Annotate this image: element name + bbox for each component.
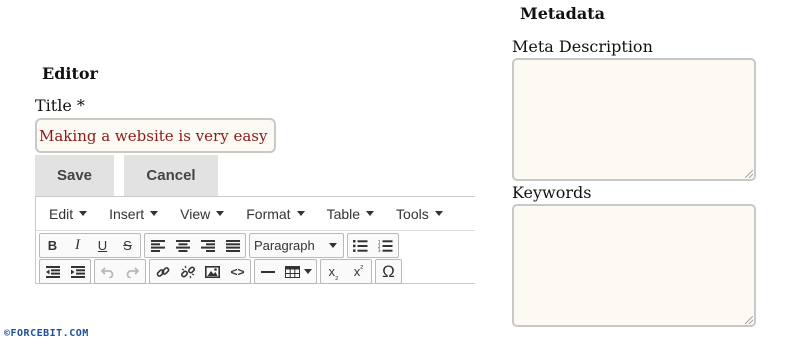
caret-down-icon — [434, 211, 443, 216]
menu-edit[interactable]: Edit — [49, 205, 88, 222]
menu-format[interactable]: Format — [246, 205, 305, 222]
meta-description-wrapper — [512, 58, 756, 181]
table-button[interactable] — [280, 260, 316, 283]
cancel-button[interactable]: Cancel — [124, 155, 218, 196]
strikethrough-button[interactable]: S — [115, 234, 140, 257]
bullet-list-button[interactable] — [348, 234, 373, 257]
align-center-icon — [175, 239, 190, 252]
align-justify-icon — [225, 239, 240, 252]
insert-link-button[interactable] — [150, 260, 175, 283]
menu-view-label: View — [180, 205, 211, 222]
text-style-group: B I U S — [39, 233, 141, 258]
keywords-wrapper — [512, 204, 756, 327]
list-group: 123 — [347, 233, 399, 258]
caret-down-icon — [366, 211, 375, 216]
format-select-value: Paragraph — [254, 238, 315, 253]
subscript-mark: ₂ — [335, 270, 339, 281]
table-icon — [284, 265, 300, 278]
align-center-button[interactable] — [170, 234, 195, 257]
align-right-button[interactable] — [195, 234, 220, 257]
keywords-textarea[interactable] — [512, 204, 756, 327]
format-select-group: Paragraph — [249, 233, 344, 258]
forcebit-watermark: ©FORCEBIT.COM — [4, 328, 89, 339]
caret-down-icon — [150, 211, 159, 216]
outdent-button[interactable] — [40, 260, 65, 283]
italic-button[interactable]: I — [65, 234, 90, 257]
svg-text:3: 3 — [378, 248, 381, 252]
align-right-icon — [200, 239, 215, 252]
underline-button[interactable]: U — [90, 234, 115, 257]
history-group — [94, 259, 146, 284]
insert-image-button[interactable] — [200, 260, 225, 283]
special-character-button[interactable]: Ω — [376, 260, 401, 283]
indent-icon — [70, 265, 85, 278]
insert-group: <> — [149, 259, 251, 284]
menu-tools[interactable]: Tools — [396, 206, 443, 222]
menu-table[interactable]: Table — [326, 205, 375, 222]
caret-down-icon — [303, 269, 312, 274]
meta-description-textarea[interactable] — [512, 58, 756, 181]
menu-insert-label: Insert — [109, 205, 145, 222]
menu-tools-label: Tools — [396, 205, 429, 222]
toolbar-row-2: <> x₂ x² Ω — [39, 259, 405, 284]
menu-insert[interactable]: Insert — [109, 205, 159, 222]
menu-view[interactable]: View — [180, 205, 225, 222]
special-char-group: Ω — [375, 259, 402, 284]
save-button[interactable]: Save — [35, 155, 114, 196]
editor-menubar: Edit Insert View Format Table Tools — [36, 197, 475, 231]
undo-button[interactable] — [95, 260, 120, 283]
caret-down-icon — [79, 211, 88, 216]
subscript-button[interactable]: x₂ — [321, 260, 346, 283]
menu-edit-label: Edit — [49, 205, 74, 222]
unlink-icon — [180, 265, 195, 278]
horizontal-rule-button[interactable] — [255, 260, 280, 283]
menu-table-label: Table — [326, 205, 361, 222]
indent-group — [39, 259, 91, 284]
caret-down-icon — [296, 211, 305, 216]
bold-button[interactable]: B — [40, 234, 65, 257]
caret-down-icon — [329, 243, 337, 248]
table-group — [254, 259, 317, 284]
keywords-label: Keywords — [512, 183, 592, 202]
image-icon — [205, 265, 220, 278]
caret-down-icon — [216, 211, 225, 216]
undo-icon — [101, 266, 114, 278]
script-group: x₂ x² — [320, 259, 372, 284]
resize-grip-icon[interactable] — [745, 316, 753, 324]
bullet-list-icon — [353, 239, 368, 252]
indent-button[interactable] — [65, 260, 90, 283]
rich-text-editor: Edit Insert View Format Table Tools B I … — [35, 196, 475, 284]
horizontal-rule-icon — [260, 270, 275, 273]
meta-description-label: Meta Description — [512, 37, 653, 56]
source-code-button[interactable]: <> — [225, 260, 250, 283]
remove-link-button[interactable] — [175, 260, 200, 283]
superscript-button[interactable]: x² — [346, 260, 371, 283]
align-justify-button[interactable] — [220, 234, 245, 257]
numbered-list-icon: 123 — [378, 240, 393, 252]
align-left-icon — [150, 239, 165, 252]
title-input[interactable] — [35, 118, 276, 153]
link-icon — [156, 266, 169, 277]
alignment-group — [144, 233, 246, 258]
menu-format-label: Format — [246, 205, 291, 222]
metadata-heading: Metadata — [520, 4, 605, 23]
redo-icon — [126, 266, 139, 278]
outdent-icon — [45, 265, 60, 278]
redo-button[interactable] — [120, 260, 145, 283]
superscript-mark: ² — [360, 262, 364, 273]
align-left-button[interactable] — [145, 234, 170, 257]
format-select[interactable]: Paragraph — [250, 234, 343, 257]
title-label: Title * — [35, 96, 85, 115]
toolbar-row-1: B I U S Paragraph 1 2 3 — [39, 233, 402, 258]
editor-heading: Editor — [42, 64, 98, 83]
numbered-list-button[interactable]: 123 — [373, 234, 398, 257]
resize-grip-icon[interactable] — [745, 170, 753, 178]
